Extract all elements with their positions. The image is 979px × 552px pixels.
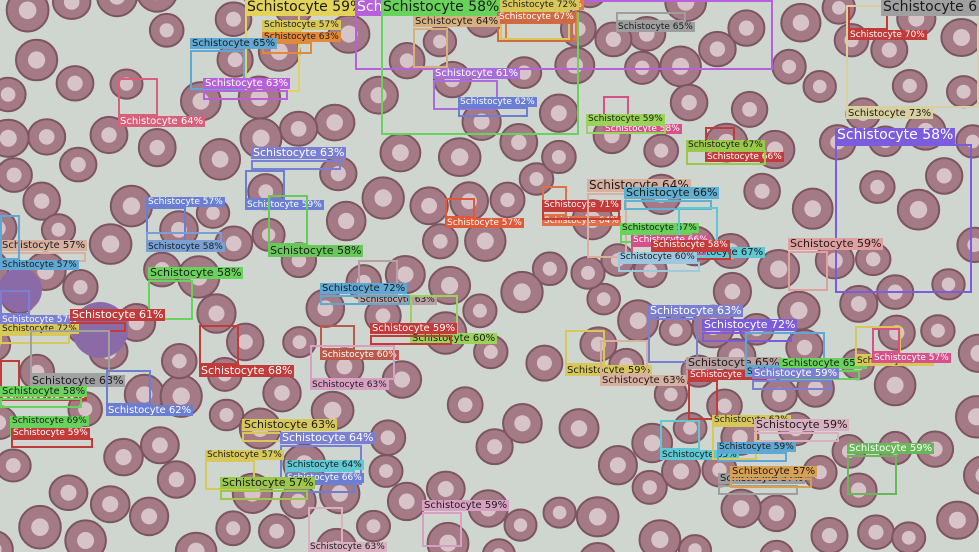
detection-label: Schistocyte 63% xyxy=(600,375,688,387)
detection-label: Schistocyte 61% xyxy=(433,68,521,80)
detection-box xyxy=(199,325,239,365)
detection-box xyxy=(445,198,475,218)
detection-label: Schistocyte 61% xyxy=(70,308,166,322)
detection-label: Schistocyte 64% xyxy=(413,16,501,28)
detection-label: Schistocyte 67% xyxy=(497,12,576,23)
detection-label: Schistocyte 58% xyxy=(835,127,956,144)
detection-label: Schistocyte 59% xyxy=(752,368,840,380)
detection-box xyxy=(565,330,605,365)
detection-box xyxy=(268,195,308,245)
detection-label: Schistocyte 59% xyxy=(370,323,458,335)
detection-box xyxy=(118,78,158,116)
detection-label: Schistocyte 67% xyxy=(686,140,765,151)
detection-label: Schistocyte 58% xyxy=(268,244,364,258)
detection-box xyxy=(788,251,828,291)
detection-label: Schistocyte 57% xyxy=(730,466,818,478)
detection-box xyxy=(717,452,787,462)
detection-box xyxy=(618,262,700,272)
blood-smear-image: Schistocyte 57%Schistocyte 59%Schistocyt… xyxy=(0,0,979,552)
detection-label: Schistocyte 57% xyxy=(205,450,284,461)
detection-label: Schistocyte 63% xyxy=(308,542,387,552)
detection-box xyxy=(11,438,93,448)
detection-box xyxy=(320,295,410,305)
detection-label: Schistocyte 63% xyxy=(310,380,389,391)
detection-label: Schistocyte 73% xyxy=(846,108,934,120)
detection-label: Schistocyte 59% xyxy=(788,237,884,251)
detection-overlay: Schistocyte 57%Schistocyte 59%Schistocyt… xyxy=(0,0,979,552)
detection-label: Schistocyte 59% xyxy=(717,442,796,453)
detection-box xyxy=(308,507,343,547)
detection-box xyxy=(752,380,832,390)
detection-box xyxy=(847,455,897,495)
detection-label: Schistocyte 63% xyxy=(648,304,744,318)
detection-box xyxy=(688,380,718,420)
detection-label: Schistocyte 57% xyxy=(262,20,341,31)
detection-label: Schistocyte 69% xyxy=(10,416,89,427)
detection-label: Schistocyte 59% xyxy=(11,428,90,439)
detection-label: Schistocyte 72% xyxy=(320,283,408,295)
detection-box xyxy=(586,124,666,134)
detection-box xyxy=(660,420,700,450)
detection-box xyxy=(310,345,395,380)
detection-box xyxy=(754,432,839,442)
detection-label: Schistocyte 62% xyxy=(106,405,194,417)
detection-label: Schistocyte 65% xyxy=(190,38,278,50)
detection-box xyxy=(251,160,341,170)
detection-box xyxy=(458,107,528,117)
detection-box xyxy=(846,5,979,108)
detection-box xyxy=(616,12,686,22)
detection-label: Schistocyte 72% xyxy=(500,0,579,11)
detection-label: Schistocyte 63% xyxy=(242,418,338,432)
detection-label: Schistocyte 59% xyxy=(586,114,665,125)
detection-box xyxy=(220,490,308,500)
detection-label: Schistocyte 58% xyxy=(148,266,244,280)
detection-label: Schistocyte 59% xyxy=(754,418,850,432)
detection-box xyxy=(0,215,20,260)
detection-box xyxy=(146,232,222,242)
detection-label: Schistocyte 58% xyxy=(651,240,730,251)
detection-box xyxy=(686,150,766,165)
detection-label: Schistocyte 58% xyxy=(381,0,502,16)
detection-box xyxy=(835,144,972,293)
detection-label: Schistocyte 62% xyxy=(458,97,537,108)
detection-label: Schistocyte 6 xyxy=(881,0,979,16)
detection-box xyxy=(872,328,900,353)
detection-box xyxy=(203,90,288,100)
detection-box xyxy=(422,512,462,547)
detection-label: Schistocyte 63% xyxy=(251,146,347,160)
detection-label: Schistocyte 59% xyxy=(422,500,510,512)
detection-label: Schistocyte 64% xyxy=(280,431,376,445)
detection-label: Schistocyte 59% xyxy=(245,0,366,16)
detection-box xyxy=(413,28,448,68)
detection-box xyxy=(106,370,151,405)
detection-label: Schistocyte 66% xyxy=(624,186,720,200)
detection-label: Schistocyte 60% xyxy=(618,252,697,263)
detection-box xyxy=(600,340,648,375)
detection-label: Schistocyte 65% xyxy=(616,22,695,33)
detection-box xyxy=(0,398,82,408)
detection-label: Schistocyte 57% xyxy=(445,218,524,229)
detection-label: Schistocyte 72% xyxy=(702,318,798,332)
detection-box xyxy=(730,478,812,488)
detection-label: Schistocyte 57% xyxy=(0,260,79,271)
detection-label: Schistocyte 57% xyxy=(220,476,316,490)
detection-label: Schistocyte 57% xyxy=(146,197,225,208)
detection-label: Schistocyte 64% xyxy=(285,460,364,471)
detection-label: Schistocyte 58% xyxy=(146,242,225,253)
detection-box xyxy=(30,330,110,375)
detection-label: Schistocyte 57% xyxy=(872,353,951,364)
detection-box xyxy=(0,290,30,315)
detection-label: Schistocyte 63% xyxy=(203,78,291,90)
detection-label: Schistocyte 64% xyxy=(118,116,206,128)
detection-box xyxy=(370,335,452,345)
detection-label: Schistocyte 68% xyxy=(199,364,295,378)
detection-label: Schistocyte 58% xyxy=(0,386,88,398)
detection-label: Schistocyte 59% xyxy=(847,443,935,455)
detection-box xyxy=(497,22,573,42)
